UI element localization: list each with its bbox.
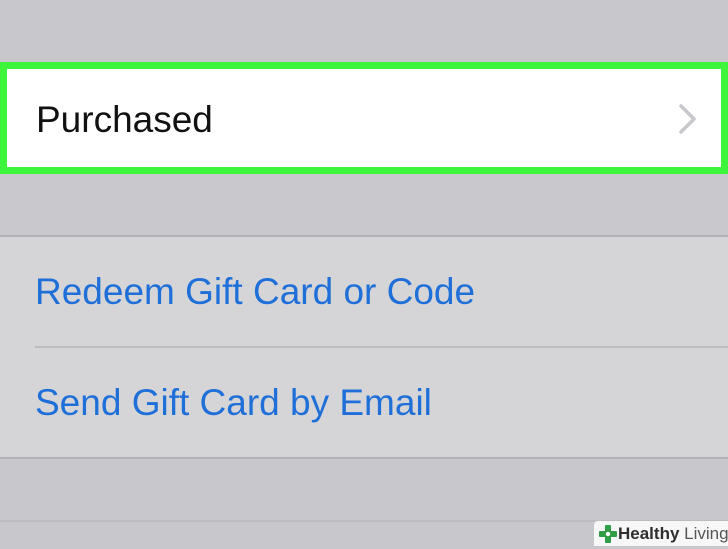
watermark-brand-light: Living — [679, 524, 728, 543]
watermark-text: Healthy Living — [618, 523, 728, 544]
send-gift-card-link[interactable]: Send Gift Card by Email — [35, 381, 432, 425]
healthy-living-watermark: Healthy Living — [594, 521, 728, 546]
watermark-brand-bold: Healthy — [618, 524, 680, 543]
healthy-living-logo-icon — [598, 524, 618, 544]
chevron-right-icon — [672, 102, 702, 136]
purchased-row[interactable]: Purchased — [0, 62, 728, 174]
row-divider — [35, 346, 728, 348]
send-gift-card-row[interactable]: Send Gift Card by Email — [0, 348, 728, 458]
purchased-label: Purchased — [36, 99, 213, 140]
redeem-gift-card-link[interactable]: Redeem Gift Card or Code — [35, 270, 475, 314]
top-section-background — [0, 0, 728, 62]
redeem-gift-card-row[interactable]: Redeem Gift Card or Code — [0, 237, 728, 347]
section-gap — [0, 174, 728, 236]
